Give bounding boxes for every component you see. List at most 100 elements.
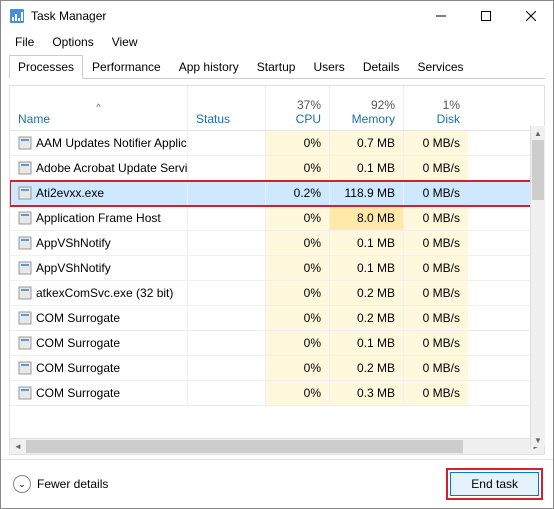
process-disk: 0 MB/s — [404, 181, 468, 205]
table-row[interactable]: Ati2evxx.exe0.2%118.9 MB0 MB/s — [10, 181, 544, 206]
table-row[interactable]: Adobe Acrobat Update Service (...0%0.1 M… — [10, 156, 544, 181]
column-memory[interactable]: 92% Memory — [330, 86, 404, 130]
process-name-cell: Adobe Acrobat Update Service (... — [10, 156, 188, 180]
memory-total: 92% — [338, 98, 395, 112]
end-task-button[interactable]: End task — [450, 472, 539, 496]
scroll-up-icon[interactable]: ▲ — [531, 126, 545, 140]
process-disk: 0 MB/s — [404, 231, 468, 255]
menu-view[interactable]: View — [104, 33, 146, 51]
process-memory: 0.1 MB — [330, 156, 404, 180]
menubar: File Options View — [1, 31, 553, 55]
process-status — [188, 181, 266, 205]
table-row[interactable]: AppVShNotify0%0.1 MB0 MB/s — [10, 231, 544, 256]
minimize-button[interactable] — [418, 1, 463, 31]
titlebar[interactable]: Task Manager — [1, 1, 553, 31]
disk-total: 1% — [412, 98, 460, 112]
footer: ⌄ Fewer details End task — [1, 459, 553, 508]
process-status — [188, 306, 266, 330]
process-name-cell: Ati2evxx.exe — [10, 181, 188, 205]
process-name-cell: COM Surrogate — [10, 356, 188, 380]
menu-file[interactable]: File — [7, 33, 42, 51]
tab-details[interactable]: Details — [354, 55, 409, 79]
process-disk: 0 MB/s — [404, 206, 468, 230]
process-icon — [18, 261, 32, 275]
process-name: AAM Updates Notifier Applicati... — [36, 136, 188, 150]
table-row[interactable]: COM Surrogate0%0.2 MB0 MB/s — [10, 306, 544, 331]
table-row[interactable]: AAM Updates Notifier Applicati...0%0.7 M… — [10, 131, 544, 156]
process-cpu: 0% — [266, 381, 330, 405]
process-name-cell: COM Surrogate — [10, 331, 188, 355]
process-name-cell: AppVShNotify — [10, 256, 188, 280]
process-name: AppVShNotify — [36, 236, 111, 250]
column-disk[interactable]: 1% Disk — [404, 86, 468, 130]
tab-performance[interactable]: Performance — [83, 55, 170, 79]
process-disk: 0 MB/s — [404, 306, 468, 330]
process-status — [188, 256, 266, 280]
table-row[interactable]: AppVShNotify0%0.1 MB0 MB/s — [10, 256, 544, 281]
table-row[interactable]: COM Surrogate0%0.2 MB0 MB/s — [10, 356, 544, 381]
process-icon — [18, 161, 32, 175]
scroll-thumb[interactable] — [532, 140, 544, 200]
tab-processes[interactable]: Processes — [9, 55, 83, 79]
process-status — [188, 206, 266, 230]
column-status[interactable]: Status — [188, 86, 266, 130]
process-name-cell: AppVShNotify — [10, 231, 188, 255]
close-button[interactable] — [508, 1, 553, 31]
table-row[interactable]: Application Frame Host0%8.0 MB0 MB/s — [10, 206, 544, 231]
disk-label: Disk — [412, 112, 460, 126]
menu-options[interactable]: Options — [44, 33, 101, 51]
process-name: COM Surrogate — [36, 336, 120, 350]
hscroll-thumb[interactable] — [26, 440, 463, 453]
vertical-scrollbar[interactable]: ▲ ▼ — [530, 126, 545, 447]
process-disk: 0 MB/s — [404, 156, 468, 180]
process-cpu: 0.2% — [266, 181, 330, 205]
process-name-cell: Application Frame Host — [10, 206, 188, 230]
column-name[interactable]: ^ Name — [10, 86, 188, 130]
maximize-button[interactable] — [463, 1, 508, 31]
column-status-label: Status — [196, 112, 257, 126]
process-name: COM Surrogate — [36, 361, 120, 375]
column-cpu[interactable]: 37% CPU — [266, 86, 330, 130]
process-icon — [18, 211, 32, 225]
process-disk: 0 MB/s — [404, 281, 468, 305]
end-task-highlight: End task — [448, 470, 541, 498]
tab-app-history[interactable]: App history — [170, 55, 248, 79]
process-disk: 0 MB/s — [404, 131, 468, 155]
process-icon — [18, 286, 32, 300]
fewer-details-label: Fewer details — [37, 477, 108, 491]
process-icon — [18, 136, 32, 150]
process-status — [188, 356, 266, 380]
process-cpu: 0% — [266, 131, 330, 155]
table-header: ^ Name Status 37% CPU 92% Memory 1% Disk — [10, 86, 544, 131]
table-row[interactable]: COM Surrogate0%0.3 MB0 MB/s — [10, 381, 544, 406]
process-cpu: 0% — [266, 281, 330, 305]
process-cpu: 0% — [266, 231, 330, 255]
sort-asc-icon: ^ — [18, 102, 179, 112]
process-status — [188, 231, 266, 255]
tab-startup[interactable]: Startup — [248, 55, 305, 79]
horizontal-scrollbar[interactable]: ◄ ► — [9, 439, 545, 455]
scroll-left-icon[interactable]: ◄ — [10, 442, 26, 451]
cpu-label: CPU — [274, 112, 321, 126]
process-name-cell: COM Surrogate — [10, 381, 188, 405]
process-memory: 0.3 MB — [330, 381, 404, 405]
scroll-down-icon[interactable]: ▼ — [531, 433, 545, 447]
table-row[interactable]: atkexComSvc.exe (32 bit)0%0.2 MB0 MB/s — [10, 281, 544, 306]
process-cpu: 0% — [266, 331, 330, 355]
column-name-label: Name — [18, 112, 179, 126]
process-name: AppVShNotify — [36, 261, 111, 275]
process-cpu: 0% — [266, 356, 330, 380]
cpu-total: 37% — [274, 98, 321, 112]
table-row[interactable]: COM Surrogate0%0.1 MB0 MB/s — [10, 331, 544, 356]
process-status — [188, 156, 266, 180]
process-name: Adobe Acrobat Update Service (... — [36, 161, 188, 175]
tab-services[interactable]: Services — [409, 55, 473, 79]
fewer-details-button[interactable]: ⌄ Fewer details — [13, 475, 108, 493]
process-memory: 8.0 MB — [330, 206, 404, 230]
process-disk: 0 MB/s — [404, 256, 468, 280]
process-name: atkexComSvc.exe (32 bit) — [36, 286, 173, 300]
process-icon — [18, 311, 32, 325]
process-table: ^ Name Status 37% CPU 92% Memory 1% Disk… — [9, 85, 545, 439]
tab-users[interactable]: Users — [304, 55, 353, 79]
process-icon — [18, 361, 32, 375]
